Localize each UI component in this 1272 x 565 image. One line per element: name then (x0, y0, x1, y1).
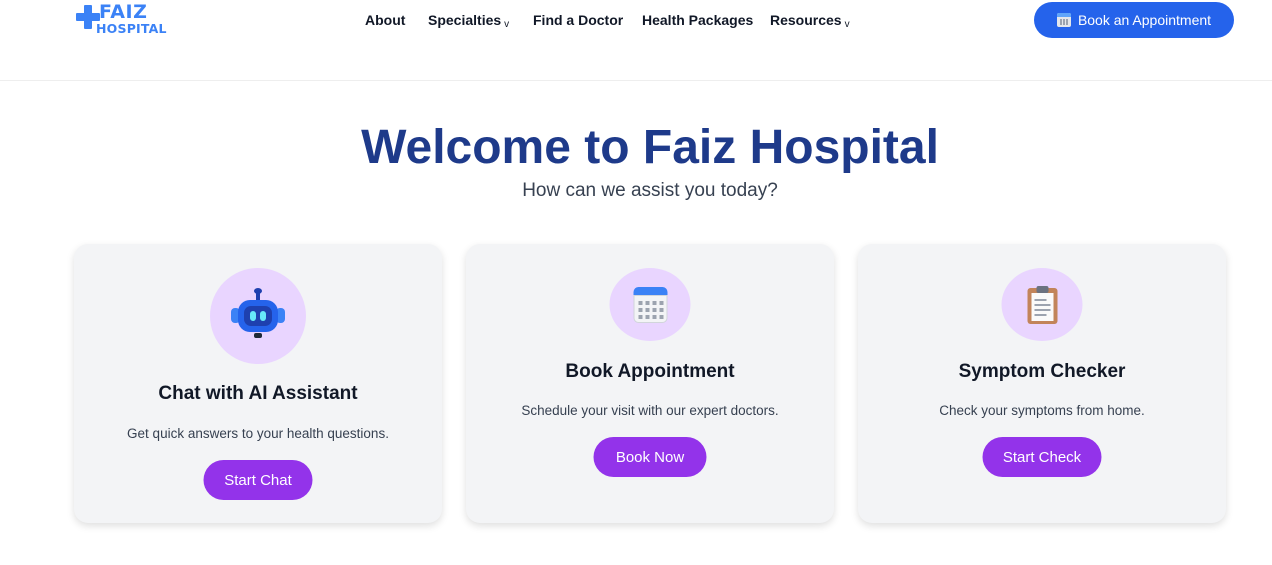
start-check-button[interactable]: Start Check (982, 437, 1102, 477)
logo-name-bottom: HOSPITAL (96, 21, 167, 36)
clipboard-icon (1027, 285, 1057, 324)
nav-label: Find a Doctor (533, 12, 624, 28)
nav-label: Health Packages (642, 12, 754, 28)
logo-name-top: FAIZ (99, 1, 148, 23)
nav-label: Specialties (428, 12, 502, 28)
card-icon-circle (210, 268, 306, 364)
nav-item-about[interactable]: About (365, 12, 405, 28)
nav-label: About (365, 12, 406, 28)
chevron-down-icon: v (504, 19, 510, 30)
card-icon-circle (609, 268, 691, 341)
card-description: Schedule your visit with our expert doct… (521, 403, 779, 418)
nav-item-health-packages[interactable]: Health Packages (642, 12, 753, 28)
card-title: Symptom Checker (958, 361, 1126, 382)
card-title: Chat with AI Assistant (158, 383, 358, 404)
card-icon-circle (1001, 268, 1083, 341)
card-description: Get quick answers to your health questio… (127, 426, 389, 441)
book-appointment-label: Book an Appointment (1077, 12, 1212, 28)
card-description: Check your symptoms from home. (939, 403, 1145, 418)
calendar-icon (1056, 13, 1071, 27)
page-subtitle: How can we assist you today? (522, 180, 778, 201)
nav-item-find-a-doctor[interactable]: Find a Doctor (533, 12, 623, 28)
nav-item-specialties[interactable]: Specialties v (428, 12, 510, 30)
card-title: Book Appointment (565, 361, 735, 382)
nav-label: Resources (770, 12, 842, 28)
card-symptom-checker: Symptom Checker Check your symptoms from… (858, 244, 1226, 523)
card-book-appointment: Book Appointment Schedule your visit wit… (466, 244, 834, 523)
robot-icon (228, 288, 288, 344)
chevron-down-icon: v (844, 19, 850, 30)
book-appointment-button[interactable]: Book an Appointment (1034, 2, 1234, 38)
start-chat-button[interactable]: Start Chat (203, 460, 313, 500)
site-header: FAIZ HOSPITAL About Specialties v Find a … (0, 0, 1272, 81)
page-title: Welcome to Faiz Hospital (361, 121, 939, 174)
book-now-button[interactable]: Book Now (593, 437, 707, 477)
calendar-icon (633, 286, 667, 323)
nav-item-resources[interactable]: Resources v (770, 12, 850, 30)
card-ai-assistant: Chat with AI Assistant Get quick answers… (74, 244, 442, 523)
